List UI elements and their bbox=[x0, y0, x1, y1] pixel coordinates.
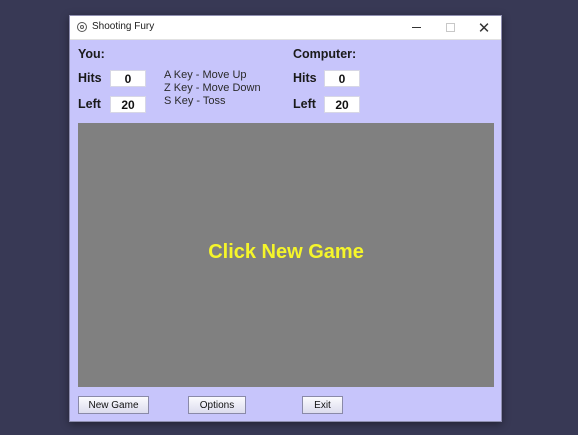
maximize-icon bbox=[445, 23, 455, 32]
player-left-field: 20 bbox=[110, 96, 146, 113]
instruction-move-up: A Key - Move Up bbox=[164, 69, 247, 81]
minimize-button[interactable] bbox=[399, 16, 433, 39]
computer-heading: Computer: bbox=[293, 47, 357, 61]
instruction-move-down: Z Key - Move Down bbox=[164, 82, 261, 94]
player-hits-field: 0 bbox=[110, 70, 146, 87]
exit-button[interactable]: Exit bbox=[302, 396, 343, 414]
computer-left-label: Left bbox=[293, 97, 316, 111]
app-icon bbox=[77, 22, 87, 32]
title-bar[interactable]: Shooting Fury ✕ bbox=[70, 16, 501, 40]
close-button[interactable]: ✕ bbox=[467, 16, 501, 39]
new-game-button[interactable]: New Game bbox=[78, 396, 149, 414]
maximize-button[interactable] bbox=[433, 16, 467, 39]
close-icon: ✕ bbox=[477, 19, 491, 37]
computer-hits-label: Hits bbox=[293, 71, 317, 85]
player-heading: You: bbox=[78, 47, 105, 61]
options-button[interactable]: Options bbox=[188, 396, 246, 414]
computer-hits-field: 0 bbox=[324, 70, 360, 87]
window-title: Shooting Fury bbox=[92, 21, 155, 32]
player-left-label: Left bbox=[78, 97, 101, 111]
game-canvas[interactable]: Click New Game bbox=[78, 123, 494, 387]
computer-left-field: 20 bbox=[324, 96, 360, 113]
minimize-icon bbox=[411, 27, 421, 28]
app-window: Shooting Fury ✕ You: Hits 0 Left 20 A Ke… bbox=[69, 15, 502, 422]
instruction-toss: S Key - Toss bbox=[164, 95, 226, 107]
player-hits-label: Hits bbox=[78, 71, 102, 85]
game-status-message: Click New Game bbox=[208, 241, 364, 263]
